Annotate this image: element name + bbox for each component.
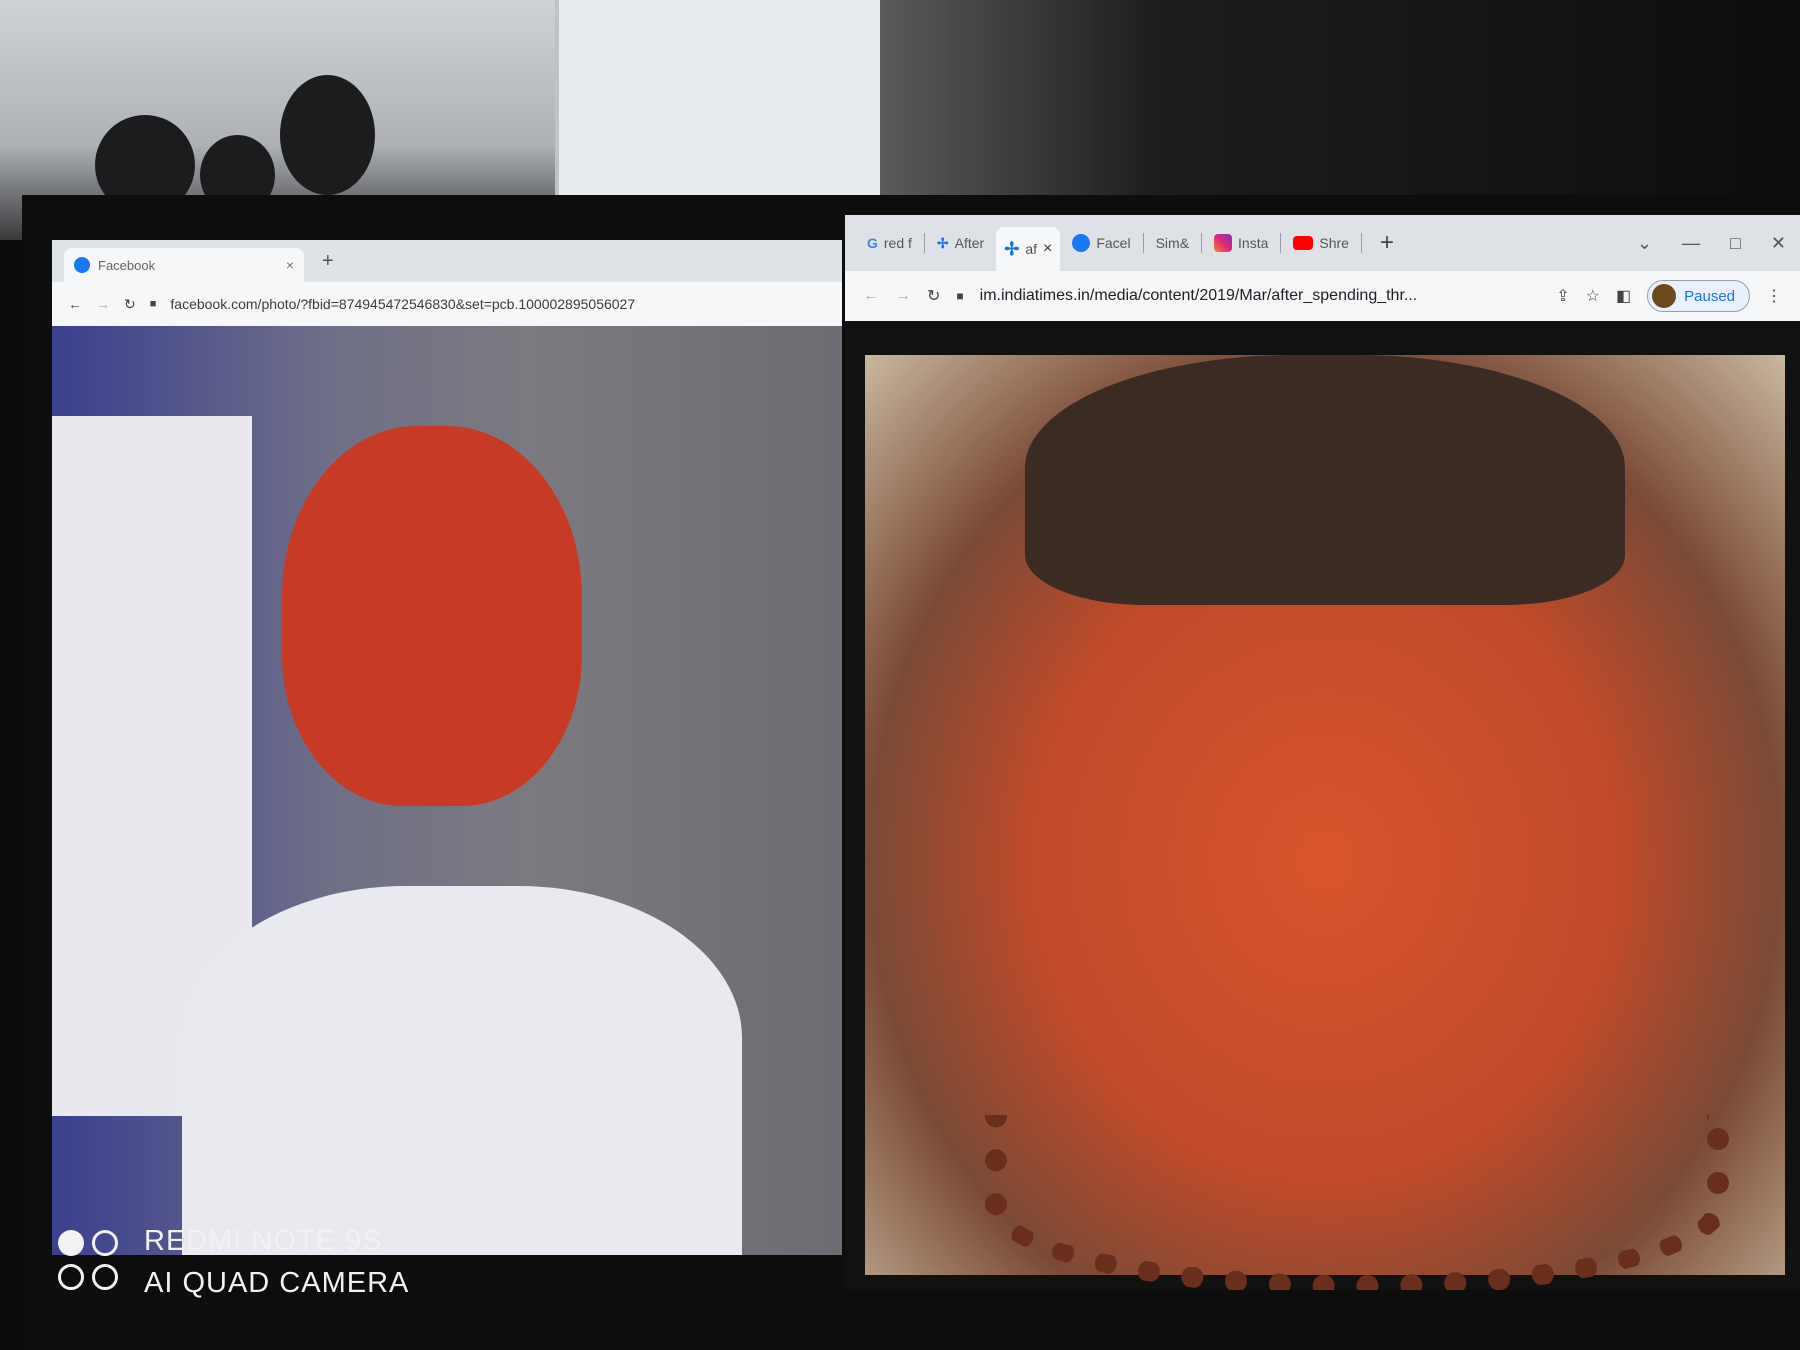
indiatimes-icon: ✢ (1004, 238, 1020, 259)
address-bar[interactable]: im.indiatimes.in/media/content/2019/Mar/… (980, 287, 1541, 305)
tab-indiatimes[interactable]: ✢ After (929, 226, 992, 260)
tab-label: Facel (1096, 235, 1131, 251)
tab-label: Insta (1238, 235, 1269, 251)
reload-icon[interactable]: ↻ (124, 296, 136, 313)
back-icon[interactable]: ← (863, 287, 879, 305)
tab-label: After (954, 235, 985, 251)
side-panel-icon[interactable]: ◧ (1616, 286, 1631, 306)
tab-facebook[interactable]: Facebook × (64, 248, 304, 282)
tab-indiatimes-active[interactable]: ✢ af × (996, 227, 1061, 271)
profile-button[interactable]: Paused (1647, 280, 1750, 312)
close-icon[interactable]: × (286, 257, 294, 273)
window-controls: ⌄ — □ ✕ (1637, 233, 1786, 254)
maximize-icon[interactable]: □ (1730, 233, 1741, 254)
tab-instagram[interactable]: Insta (1206, 226, 1276, 260)
menu-icon[interactable]: ⋮ (1766, 286, 1782, 306)
camera-watermark: REDMI NOTE 9S AI QUAD CAMERA (58, 1220, 409, 1304)
right-tab-bar: G red f ✢ After ✢ af × Facel Sim& Insta (845, 215, 1800, 271)
reload-icon[interactable]: ↻ (927, 286, 940, 306)
address-bar[interactable]: facebook.com/photo/?fbid=874945472546830… (170, 296, 635, 312)
tab-facebook[interactable]: Facel (1064, 226, 1138, 260)
youtube-icon (1293, 236, 1314, 250)
star-icon[interactable]: ☆ (1586, 286, 1600, 306)
minimize-icon[interactable]: — (1682, 233, 1700, 254)
close-window-icon[interactable]: ✕ (1771, 233, 1786, 254)
left-toolbar: ← → ↻ ■ facebook.com/photo/?fbid=8749454… (52, 282, 842, 326)
share-icon[interactable]: ⇪ (1556, 286, 1569, 306)
camera-logo-icon (58, 1230, 122, 1294)
tab-separator (1280, 233, 1282, 253)
facebook-icon (74, 257, 90, 273)
watermark-line1: REDMI NOTE 9S (144, 1225, 383, 1257)
facebook-icon (1072, 234, 1091, 252)
new-tab-button[interactable]: + (1380, 229, 1394, 257)
child-face (282, 426, 582, 806)
google-icon: G (867, 235, 878, 251)
lock-icon: ■ (956, 289, 964, 303)
tab-google[interactable]: G red f (859, 226, 920, 260)
tab-youtube[interactable]: Shre (1285, 226, 1357, 260)
photo-boy-painted-face (52, 326, 842, 1255)
tab-title: Facebook (98, 257, 156, 273)
tab-label: Sim& (1155, 235, 1190, 251)
watermark-line2: AI QUAD CAMERA (144, 1267, 410, 1299)
right-toolbar: ← → ↻ ■ im.indiatimes.in/media/content/2… (845, 271, 1800, 321)
tab-separator (923, 233, 925, 253)
tab-label: red f (883, 235, 912, 251)
left-tab-bar: Facebook × + (52, 240, 842, 282)
forward-icon[interactable]: → (96, 296, 110, 312)
instagram-icon (1214, 234, 1233, 252)
new-tab-button[interactable]: + (322, 250, 334, 273)
left-browser-window: Facebook × + ← → ↻ ■ facebook.com/photo/… (52, 240, 842, 1255)
photo-man-painted-face (865, 355, 1785, 1290)
bead-necklace (985, 1115, 1729, 1290)
background-person (280, 75, 375, 195)
whiteboard (555, 0, 919, 195)
lock-icon: ■ (149, 298, 157, 310)
tab-label: af (1025, 241, 1037, 257)
profile-status: Paused (1684, 287, 1735, 305)
close-icon[interactable]: × (1043, 240, 1052, 258)
forward-icon[interactable]: → (895, 287, 911, 305)
child-tank-top (182, 886, 742, 1255)
tab-label: Shre (1319, 235, 1349, 251)
chevron-down-icon[interactable]: ⌄ (1637, 233, 1652, 254)
avatar (1652, 284, 1677, 308)
tab-separator (1142, 233, 1144, 253)
back-icon[interactable]: ← (68, 296, 82, 312)
tab-separator (1360, 233, 1362, 253)
hair (1025, 355, 1625, 605)
indiatimes-icon: ✢ (936, 234, 949, 251)
right-browser-window: G red f ✢ After ✢ af × Facel Sim& Insta (845, 215, 1800, 1290)
tab-separator (1201, 233, 1203, 253)
tab-sim[interactable]: Sim& (1148, 226, 1197, 260)
